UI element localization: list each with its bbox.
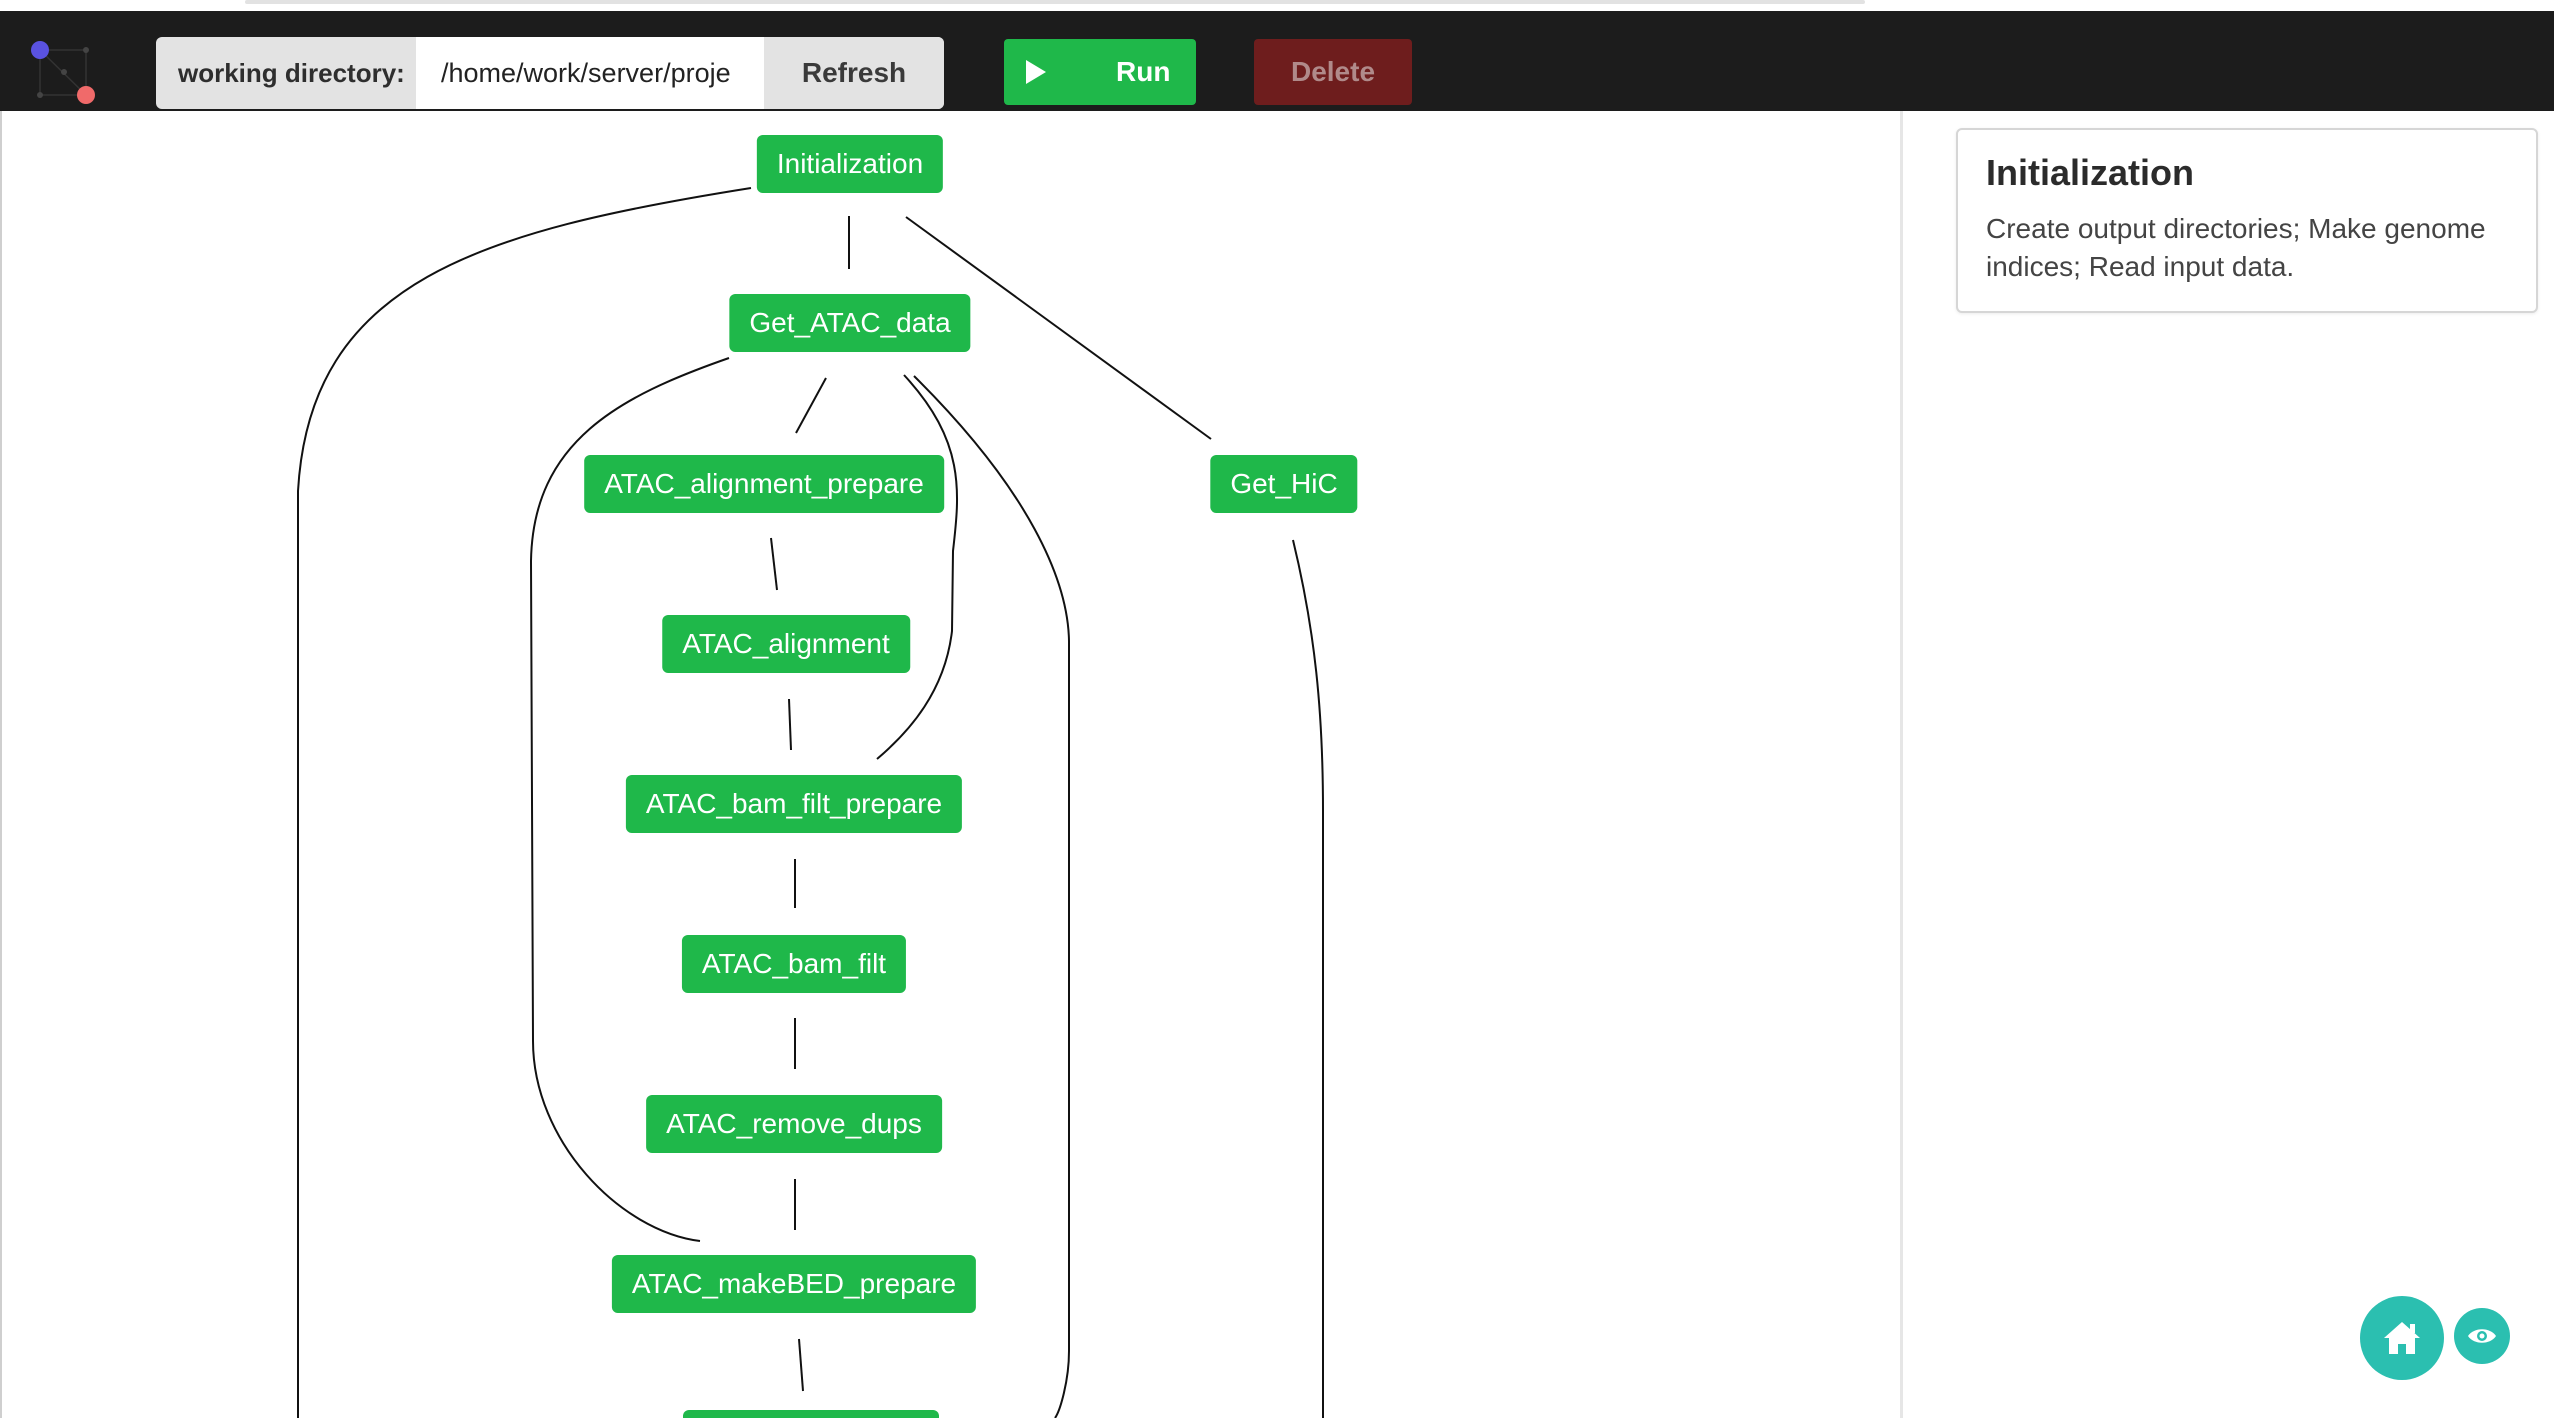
working-directory-group: working directory: Refresh	[156, 37, 944, 109]
node-get-atac-data[interactable]: Get_ATAC_data	[729, 294, 971, 352]
view-button[interactable]	[2454, 1308, 2510, 1364]
node-initialization[interactable]: Initialization	[756, 135, 944, 193]
edge-makebed-prepare-down	[798, 1338, 804, 1392]
home-button[interactable]	[2360, 1296, 2444, 1380]
node-info-card: Initialization Create output directories…	[1956, 128, 2538, 313]
working-directory-input[interactable]	[416, 37, 764, 109]
edge-get-hic-down	[1292, 539, 1324, 1418]
delete-button[interactable]: Delete	[1254, 39, 1412, 105]
refresh-button[interactable]: Refresh	[764, 37, 944, 109]
node-atac-makebed-prepare[interactable]: ATAC_makeBED_prepare	[611, 1255, 977, 1313]
info-title: Initialization	[1986, 152, 2195, 193]
home-icon	[2384, 1322, 2420, 1354]
workflow-graph[interactable]: Initialization Get_ATAC_data ATAC_alignm…	[0, 111, 1900, 1418]
node-atac-bam-filt-prepare[interactable]: ATAC_bam_filt_prepare	[625, 775, 963, 833]
play-icon	[1026, 60, 1046, 84]
run-button[interactable]: Run	[1004, 39, 1196, 105]
node-atac-alignment[interactable]: ATAC_alignment	[662, 615, 910, 673]
node-get-hic[interactable]: Get_HiC	[1210, 455, 1358, 513]
toolbar: working directory: Refresh Run Delete	[0, 11, 2554, 111]
node-atac-bam-filt[interactable]: ATAC_bam_filt	[681, 935, 907, 993]
edge-alignment-prepare-to-alignment	[770, 537, 778, 591]
edge-get-atac-data-to-bam-filt-prepare	[876, 374, 958, 760]
graph-logo-icon[interactable]	[24, 28, 104, 108]
working-directory-label: working directory:	[178, 57, 405, 88]
run-button-label: Run	[1116, 56, 1171, 87]
panel-divider[interactable]	[1900, 111, 1903, 1418]
top-scroll-indicator	[245, 0, 1865, 4]
edge-get-atac-data-to-alignment-prepare	[795, 377, 827, 434]
node-atac-alignment-prepare[interactable]: ATAC_alignment_prepare	[584, 455, 944, 513]
offscreen-node-stub	[683, 1410, 939, 1418]
info-description: Create output directories; Make genome i…	[1986, 213, 2486, 282]
eye-icon	[2468, 1329, 2496, 1343]
edge-alignment-to-bam-filt-prepare	[788, 698, 792, 751]
node-atac-remove-dups[interactable]: ATAC_remove_dups	[646, 1095, 942, 1153]
